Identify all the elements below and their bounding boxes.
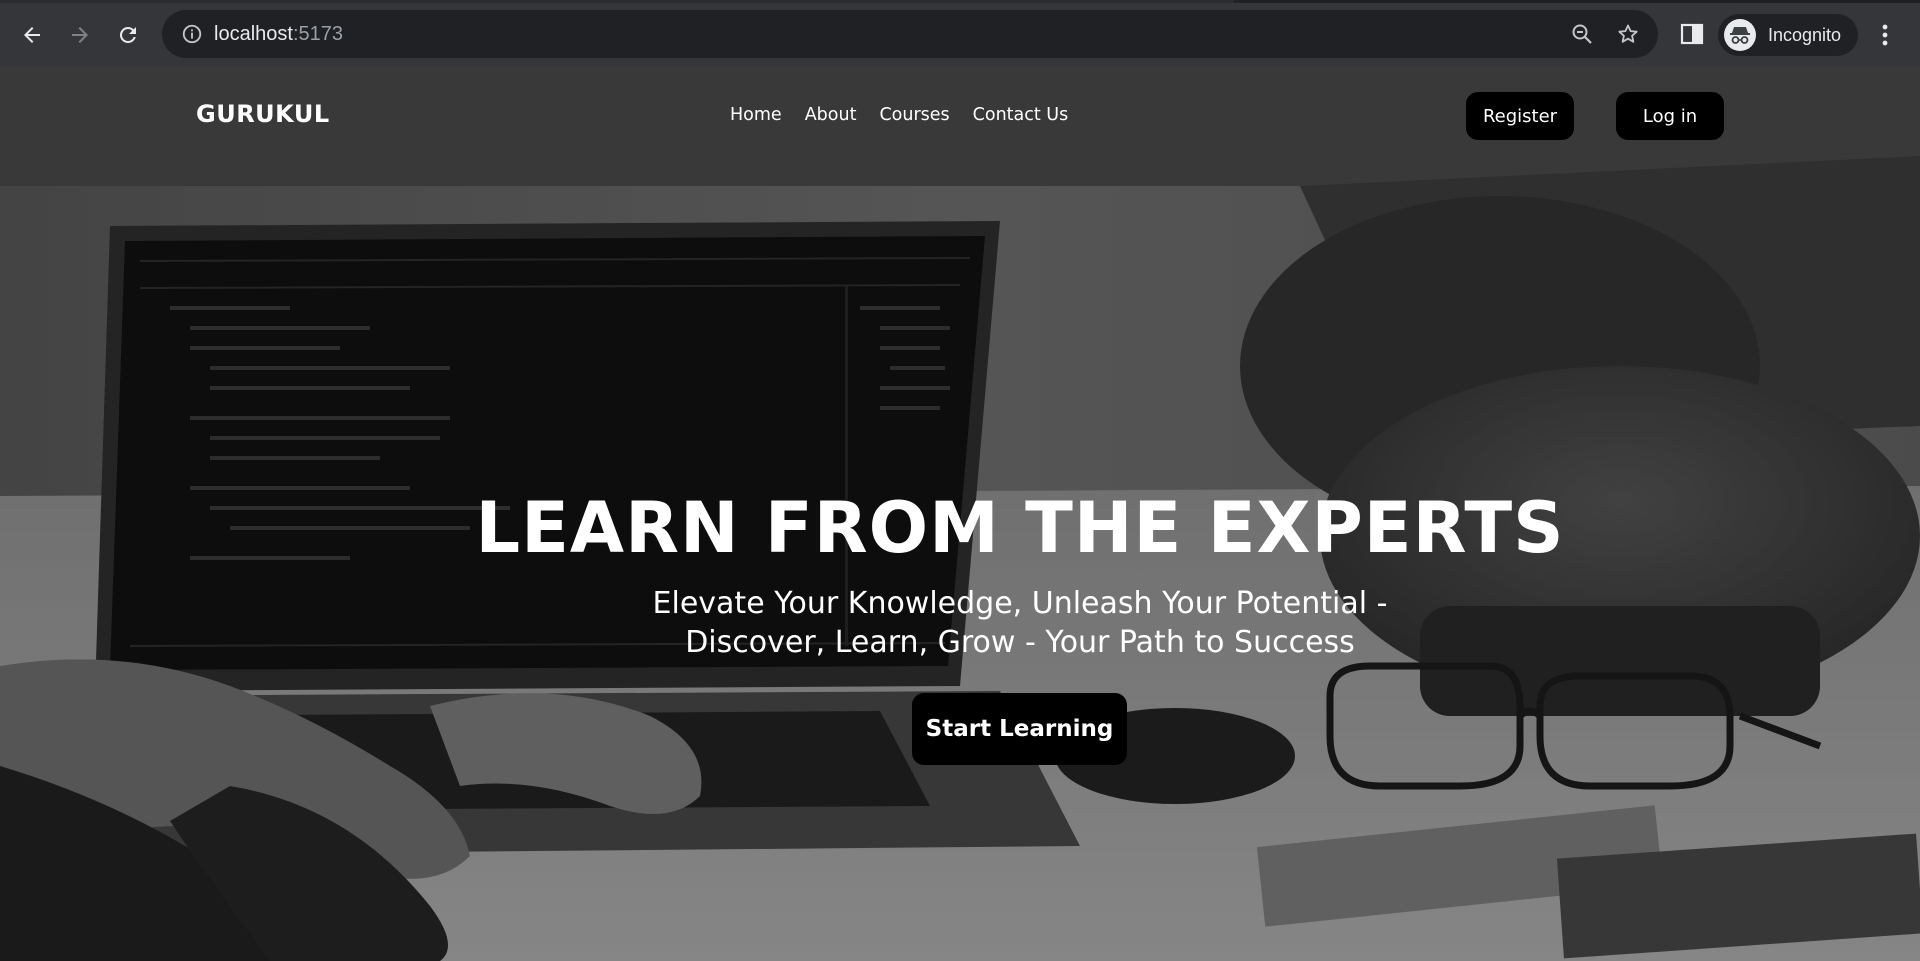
info-icon[interactable] — [180, 22, 204, 46]
url-host: localhost — [214, 23, 293, 45]
hero-subtitle-line-1: Elevate Your Knowledge, Unleash Your Pot… — [652, 586, 1388, 621]
reload-icon — [119, 26, 136, 43]
site-navbar: GURUKUL Home About Courses Contact Us Re… — [0, 66, 1920, 166]
side-panel-icon[interactable] — [1678, 20, 1706, 48]
start-learning-button[interactable]: Start Learning — [912, 693, 1127, 765]
nav-links: Home About Courses Contact Us — [730, 104, 1091, 126]
reload-button[interactable] — [110, 17, 146, 53]
tab-strip — [0, 0, 1920, 3]
nav-link-contact[interactable]: Contact Us — [973, 104, 1069, 126]
hero-subtitle: Elevate Your Knowledge, Unleash Your Pot… — [0, 584, 1920, 662]
login-button[interactable]: Log in — [1616, 92, 1724, 140]
incognito-icon — [1724, 19, 1756, 51]
nav-link-courses[interactable]: Courses — [879, 104, 949, 126]
arrow-left-icon — [24, 27, 40, 43]
url-text[interactable]: localhost:5173 — [214, 22, 343, 46]
page-viewport: GURUKUL Home About Courses Contact Us Re… — [0, 66, 1920, 961]
arrow-right-icon — [72, 27, 88, 43]
hero-title: LEARN FROM THE EXPERTS — [475, 487, 1565, 569]
brand-logo[interactable]: GURUKUL — [196, 100, 330, 128]
forward-button[interactable] — [62, 17, 98, 53]
zoom-out-icon[interactable] — [1570, 22, 1594, 46]
nav-link-about[interactable]: About — [805, 104, 857, 126]
browser-chrome: localhost:5173 Incognito — [0, 0, 1920, 66]
url-port: :5173 — [292, 23, 343, 45]
star-icon[interactable] — [1616, 22, 1640, 46]
address-bar[interactable]: localhost:5173 — [162, 10, 1658, 58]
kebab-menu-icon[interactable] — [1870, 20, 1900, 50]
hero-subtitle-line-2: Discover, Learn, Grow - Your Path to Suc… — [685, 625, 1355, 660]
nav-link-home[interactable]: Home — [730, 104, 782, 126]
profile-label: Incognito — [1768, 25, 1842, 45]
back-button[interactable] — [14, 17, 50, 53]
profile-button[interactable]: Incognito — [1718, 14, 1858, 56]
register-button[interactable]: Register — [1466, 92, 1574, 140]
active-tab-indicator — [0, 0, 1234, 3]
